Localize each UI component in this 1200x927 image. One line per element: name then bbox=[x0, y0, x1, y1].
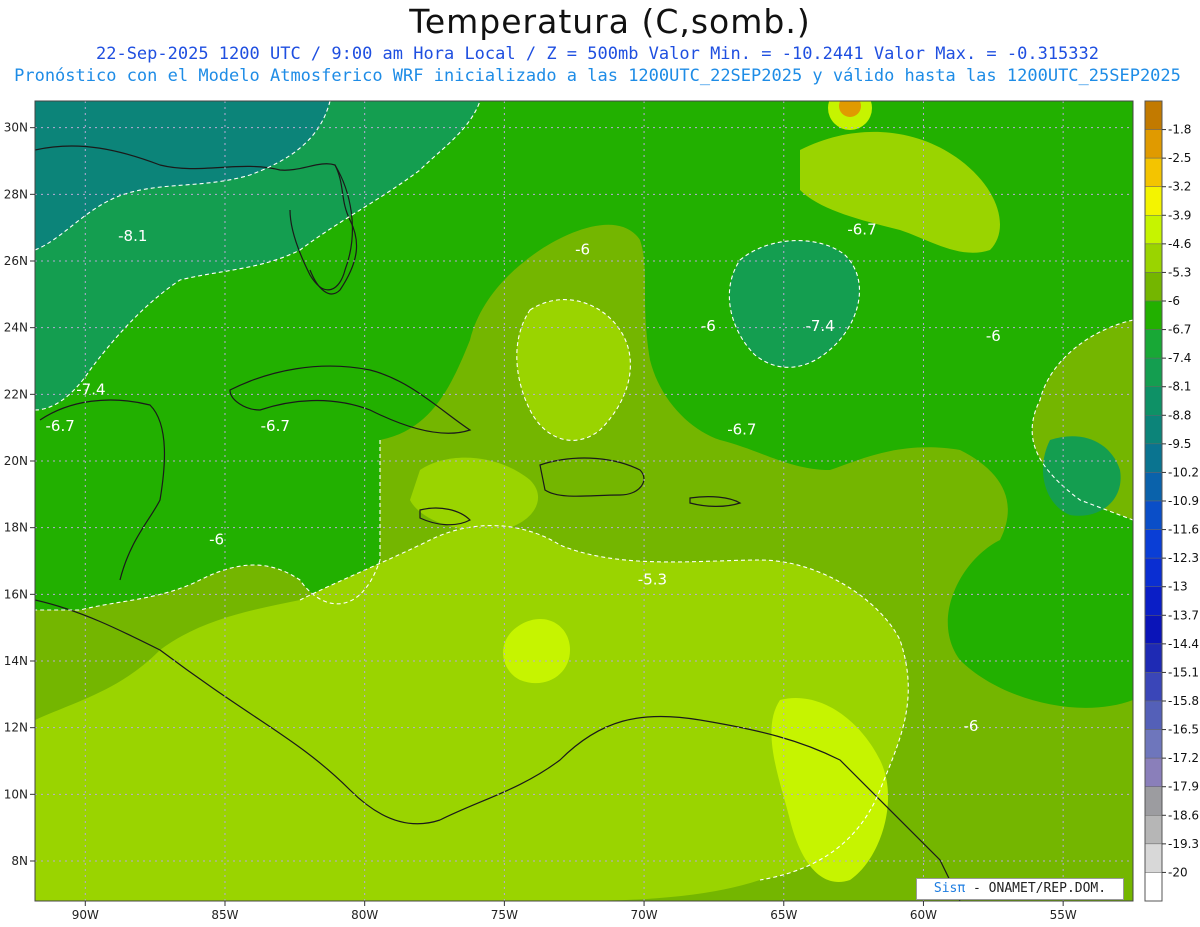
lat-tick-label: 26N bbox=[4, 254, 28, 268]
contour-label: -7.4 bbox=[805, 317, 834, 335]
colorbar-label: -5.3 bbox=[1168, 265, 1191, 279]
colorbar-swatch bbox=[1144, 243, 1163, 273]
colorbar-label: -6.7 bbox=[1168, 323, 1191, 337]
colorbar-swatch bbox=[1144, 729, 1163, 759]
field-band--1.8 bbox=[839, 101, 861, 117]
colorbar-label: -20 bbox=[1168, 865, 1188, 879]
contour-label: -6.7 bbox=[847, 220, 876, 238]
colorbar-swatch bbox=[1144, 557, 1163, 587]
contour-label: -6 bbox=[575, 240, 590, 258]
contour-label: -6 bbox=[701, 317, 716, 335]
colorbar-swatch bbox=[1144, 157, 1163, 187]
colorbar-swatch bbox=[1144, 357, 1163, 387]
lat-tick-label: 28N bbox=[4, 187, 28, 201]
colorbar-label: -13 bbox=[1168, 580, 1188, 594]
contour-label: -8.1 bbox=[118, 227, 147, 245]
temperature-field bbox=[35, 101, 1133, 901]
colorbar-swatch bbox=[1144, 700, 1163, 730]
lon-tick-label: 70W bbox=[630, 908, 657, 922]
colorbar-label: -18.6 bbox=[1168, 808, 1199, 822]
credit-box: Sisπ - ONAMET/REP.DOM. bbox=[916, 878, 1124, 900]
colorbar-label: -4.6 bbox=[1168, 237, 1191, 251]
lon-tick-label: 85W bbox=[211, 908, 238, 922]
contour-label: -6 bbox=[209, 530, 224, 548]
colorbar-swatch bbox=[1144, 186, 1163, 216]
colorbar-label: -11.6 bbox=[1168, 523, 1199, 537]
contour-label: -7.4 bbox=[76, 380, 105, 398]
colorbar-swatch bbox=[1144, 129, 1163, 159]
lat-tick-label: 18N bbox=[4, 521, 28, 535]
credit-text: - ONAMET/REP.DOM. bbox=[965, 881, 1107, 896]
colorbar-swatch bbox=[1144, 672, 1163, 702]
colorbar-label: -12.3 bbox=[1168, 551, 1199, 565]
colorbar-label: -14.4 bbox=[1168, 637, 1199, 651]
colorbar-label: -8.8 bbox=[1168, 408, 1191, 422]
colorbar-label: -17.9 bbox=[1168, 780, 1199, 794]
lon-tick-label: 80W bbox=[351, 908, 378, 922]
lat-tick-label: 20N bbox=[4, 454, 28, 468]
colorbar-label: -1.8 bbox=[1168, 123, 1191, 137]
colorbar: -1.8 -2.5 -3.2 -3.9 -4.6 -5.3 -6 -6.7 -7.4 -8.1 -8… bbox=[1144, 100, 1199, 902]
sispi-logo: Sisπ bbox=[933, 881, 966, 896]
lat-tick-label: 30N bbox=[4, 121, 28, 135]
colorbar-swatch bbox=[1144, 643, 1163, 673]
contour-label: -6.7 bbox=[46, 417, 75, 435]
colorbar-swatch bbox=[1144, 757, 1163, 787]
colorbar-label: -10.9 bbox=[1168, 494, 1199, 508]
colorbar-swatch bbox=[1144, 786, 1163, 816]
contour-label: -6.7 bbox=[261, 417, 290, 435]
contour-label: -6 bbox=[963, 717, 978, 735]
colorbar-swatch bbox=[1144, 500, 1163, 530]
lon-tick-label: 75W bbox=[491, 908, 518, 922]
colorbar-swatch bbox=[1144, 529, 1163, 559]
temperature-map: -8.1 -6 -6.7 -6 -7.4 -6 -7.4 -6.7 -6.7 -6.7 -6 -5.3… bbox=[4, 100, 1199, 922]
colorbar-swatch bbox=[1144, 843, 1163, 873]
colorbar-label: -17.2 bbox=[1168, 751, 1199, 765]
lat-tick-label: 10N bbox=[4, 787, 28, 801]
lon-tick-label: 90W bbox=[72, 908, 99, 922]
colorbar-swatch bbox=[1144, 415, 1163, 445]
colorbar-label: -15.8 bbox=[1168, 694, 1199, 708]
colorbar-label: -10.2 bbox=[1168, 465, 1199, 479]
colorbar-label: -3.9 bbox=[1168, 208, 1191, 222]
colorbar-label: -9.5 bbox=[1168, 437, 1191, 451]
colorbar-label: -3.2 bbox=[1168, 180, 1191, 194]
lat-tick-label: 16N bbox=[4, 587, 28, 601]
colorbar-swatch bbox=[1144, 586, 1163, 616]
colorbar-label: -7.4 bbox=[1168, 351, 1191, 365]
colorbar-label: -2.5 bbox=[1168, 151, 1191, 165]
colorbar-label: -6 bbox=[1168, 294, 1180, 308]
colorbar-label: -8.1 bbox=[1168, 380, 1191, 394]
contour-label: -6.7 bbox=[727, 420, 756, 438]
lon-tick-label: 60W bbox=[910, 908, 937, 922]
lon-tick-label: 65W bbox=[770, 908, 797, 922]
colorbar-label: -16.5 bbox=[1168, 723, 1199, 737]
colorbar-swatch bbox=[1144, 443, 1163, 473]
colorbar-swatch bbox=[1144, 300, 1163, 330]
lat-tick-label: 12N bbox=[4, 721, 28, 735]
colorbar-label: -13.7 bbox=[1168, 608, 1199, 622]
colorbar-swatch bbox=[1144, 872, 1163, 902]
colorbar-swatch bbox=[1144, 472, 1163, 502]
colorbar-label: -19.3 bbox=[1168, 837, 1199, 851]
contour-label: -6 bbox=[986, 327, 1001, 345]
colorbar-swatch bbox=[1144, 329, 1163, 359]
colorbar-swatch bbox=[1144, 272, 1163, 302]
colorbar-swatch bbox=[1144, 386, 1163, 416]
colorbar-swatch bbox=[1144, 215, 1163, 245]
lat-tick-label: 14N bbox=[4, 654, 28, 668]
lat-tick-label: 24N bbox=[4, 321, 28, 335]
lat-tick-label: 8N bbox=[11, 854, 28, 868]
lat-tick-label: 22N bbox=[4, 387, 28, 401]
contour-label: -5.3 bbox=[638, 570, 667, 588]
colorbar-swatch bbox=[1144, 815, 1163, 845]
lon-tick-label: 55W bbox=[1050, 908, 1077, 922]
colorbar-swatch bbox=[1144, 615, 1163, 645]
colorbar-swatch bbox=[1144, 100, 1163, 130]
colorbar-label: -15.1 bbox=[1168, 665, 1199, 679]
